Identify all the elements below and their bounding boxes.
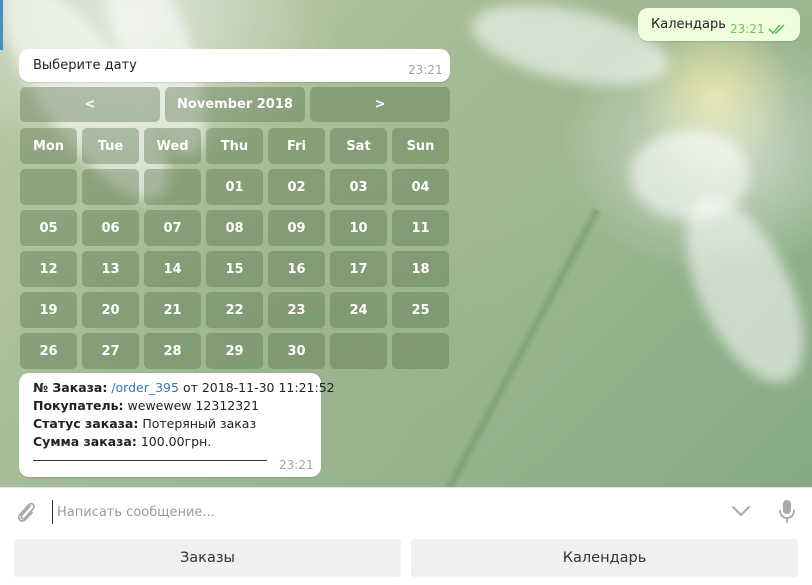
calendar-day-25[interactable]: 25	[392, 292, 449, 328]
calendar-day-03[interactable]: 03	[330, 169, 387, 205]
calendar-empty-cell[interactable]	[330, 333, 387, 369]
calendar-day-27[interactable]: 27	[82, 333, 139, 369]
order-number-label: № Заказа:	[33, 380, 108, 395]
calendar-day-05[interactable]: 05	[20, 210, 77, 246]
order-buyer-line: Покупатель: wewewew 12312321	[33, 397, 335, 415]
prompt-message: Выберите дату 23:21	[19, 49, 450, 82]
weekday-fri[interactable]: Fri	[268, 128, 325, 164]
calendar-month-button[interactable]: November 2018	[165, 87, 305, 122]
calendar-day-11[interactable]: 11	[392, 210, 449, 246]
order-divider	[33, 460, 267, 461]
calendar-day-08[interactable]: 08	[206, 210, 263, 246]
order-sum-value: 100.00грн.	[140, 434, 212, 449]
calendar-next-button[interactable]: >	[310, 87, 450, 122]
calendar-day-28[interactable]: 28	[144, 333, 201, 369]
calendar-empty-cell[interactable]	[20, 169, 77, 205]
message-input[interactable]	[52, 500, 659, 524]
weekday-sun[interactable]: Sun	[392, 128, 449, 164]
order-status-label: Статус заказа:	[33, 416, 139, 431]
calendar-day-15[interactable]: 15	[206, 251, 263, 287]
calendar-day-21[interactable]: 21	[144, 292, 201, 328]
calendar-day-07[interactable]: 07	[144, 210, 201, 246]
calendar-day-23[interactable]: 23	[268, 292, 325, 328]
order-status-value: Потеряный заказ	[142, 416, 257, 431]
calendar-day-26[interactable]: 26	[20, 333, 77, 369]
weekday-mon[interactable]: Mon	[20, 128, 77, 164]
weekday-tue[interactable]: Tue	[82, 128, 139, 164]
order-date: от 2018-11-30 11:21:52	[182, 380, 335, 395]
weekday-thu[interactable]: Thu	[206, 128, 263, 164]
order-message: № Заказа: /order_395 от 2018-11-30 11:21…	[19, 373, 335, 477]
calendar-day-17[interactable]: 17	[330, 251, 387, 287]
outgoing-message: Календарь 23:21	[638, 8, 800, 41]
microphone-icon[interactable]	[778, 499, 796, 525]
calendar-day-06[interactable]: 06	[82, 210, 139, 246]
calendar-day-24[interactable]: 24	[330, 292, 387, 328]
outgoing-message-time: 23:21	[730, 22, 765, 36]
calendar-day-16[interactable]: 16	[268, 251, 325, 287]
calendar-day-12[interactable]: 12	[20, 251, 77, 287]
calendar-day-18[interactable]: 18	[392, 251, 449, 287]
calendar-button[interactable]: Календарь	[411, 539, 798, 577]
order-sum-line: Сумма заказа: 100.00грн.	[33, 433, 335, 451]
weekday-sat[interactable]: Sat	[330, 128, 387, 164]
orders-button[interactable]: Заказы	[14, 539, 401, 577]
calendar-day-14[interactable]: 14	[144, 251, 201, 287]
order-sum-label: Сумма заказа:	[33, 434, 137, 449]
order-link[interactable]: /order_395	[111, 380, 179, 395]
order-buyer-label: Покупатель:	[33, 398, 124, 413]
calendar-empty-cell[interactable]	[392, 333, 449, 369]
calendar-day-19[interactable]: 19	[20, 292, 77, 328]
calendar-day-29[interactable]: 29	[206, 333, 263, 369]
calendar-day-20[interactable]: 20	[82, 292, 139, 328]
calendar-day-02[interactable]: 02	[268, 169, 325, 205]
order-number-line: № Заказа: /order_395 от 2018-11-30 11:21…	[33, 379, 335, 397]
calendar-empty-cell[interactable]	[82, 169, 139, 205]
double-check-icon	[768, 24, 785, 35]
message-composer	[0, 487, 812, 535]
calendar-day-04[interactable]: 04	[392, 169, 449, 205]
calendar-day-30[interactable]: 30	[268, 333, 325, 369]
reply-keyboard: Заказы Календарь	[0, 534, 812, 585]
paperclip-icon[interactable]	[15, 500, 37, 524]
calendar-empty-cell[interactable]	[144, 169, 201, 205]
order-buyer-value: wewewew 12312321	[127, 398, 260, 413]
weekday-wed[interactable]: Wed	[144, 128, 201, 164]
prompt-message-text: Выберите дату	[33, 58, 137, 73]
calendar-day-01[interactable]: 01	[206, 169, 263, 205]
order-message-time: 23:21	[279, 458, 314, 472]
calendar-prev-button[interactable]: <	[20, 87, 160, 122]
prompt-message-time: 23:21	[408, 63, 443, 77]
left-accent-strip	[0, 0, 3, 50]
calendar-day-09[interactable]: 09	[268, 210, 325, 246]
background-petal	[630, 130, 750, 220]
calendar-day-13[interactable]: 13	[82, 251, 139, 287]
calendar-day-22[interactable]: 22	[206, 292, 263, 328]
order-status-line: Статус заказа: Потеряный заказ	[33, 415, 335, 433]
chevron-down-icon[interactable]	[731, 505, 751, 517]
calendar-day-10[interactable]: 10	[330, 210, 387, 246]
outgoing-message-text: Календарь	[651, 17, 726, 32]
